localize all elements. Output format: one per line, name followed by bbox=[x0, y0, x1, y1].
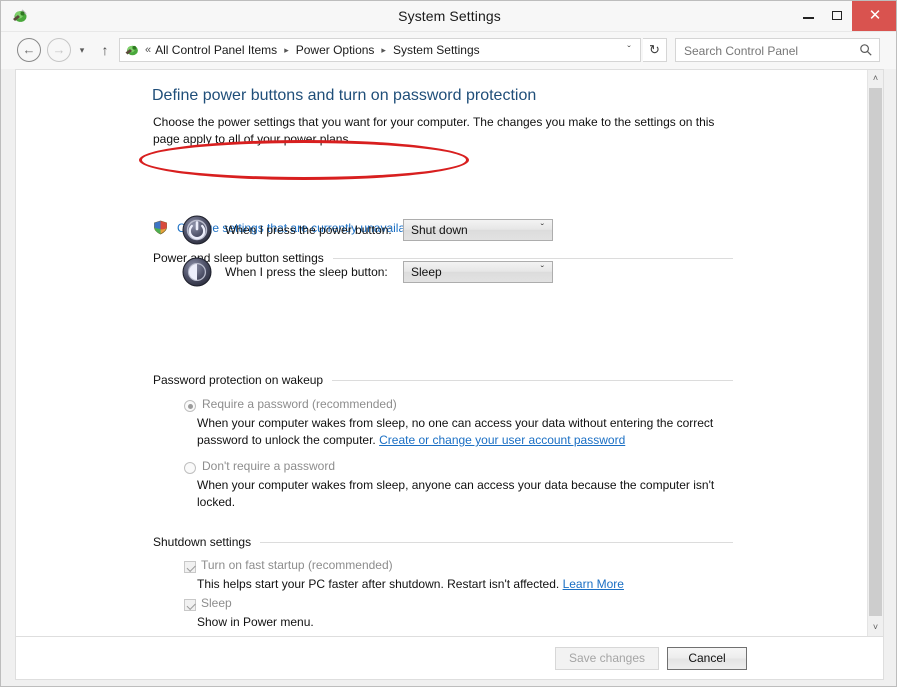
forward-button[interactable]: → bbox=[47, 38, 71, 62]
sleep-button-row: When I press the sleep button: Sleep ˇ bbox=[181, 256, 553, 288]
window-title: System Settings bbox=[398, 8, 501, 24]
chevron-down-icon: ˇ bbox=[540, 265, 544, 276]
address-bar[interactable]: « All Control Panel Items ▸ Power Option… bbox=[119, 38, 641, 62]
breadcrumb-separator-icon[interactable]: ▸ bbox=[381, 45, 386, 56]
vertical-scrollbar[interactable]: ˄ ˅ bbox=[867, 70, 883, 636]
back-button[interactable]: ← bbox=[17, 38, 41, 62]
sleep-button-label: When I press the sleep button: bbox=[225, 265, 388, 279]
sleep-button-icon bbox=[181, 256, 213, 288]
require-password-label: Require a password (recommended) bbox=[202, 397, 397, 411]
title-bar: System Settings ✕ bbox=[1, 1, 896, 32]
sleep-description: Show in Power menu. bbox=[197, 615, 314, 629]
shutdown-section-title: Shutdown settings bbox=[153, 535, 252, 549]
save-changes-button[interactable]: Save changes bbox=[555, 647, 659, 670]
scroll-up-icon[interactable]: ˄ bbox=[868, 70, 883, 87]
page-description: Choose the power settings that you want … bbox=[153, 115, 715, 146]
section-divider bbox=[332, 379, 733, 381]
power-button-icon bbox=[181, 214, 213, 246]
power-button-action-select[interactable]: Shut down ˇ bbox=[403, 219, 553, 241]
refresh-button[interactable]: ↻ bbox=[643, 38, 667, 62]
shutdown-section-header: Shutdown settings bbox=[153, 535, 733, 549]
fast-startup-description-text: This helps start your PC faster after sh… bbox=[197, 577, 563, 591]
search-box[interactable] bbox=[675, 38, 880, 62]
sleep-button-action-value: Sleep bbox=[411, 265, 442, 279]
search-input[interactable] bbox=[682, 41, 854, 61]
no-password-description: When your computer wakes from sleep, any… bbox=[197, 478, 715, 509]
radio-indicator bbox=[184, 400, 196, 412]
system-settings-window: System Settings ✕ ← → ▾ ↑ « All Control … bbox=[0, 0, 897, 687]
fast-startup-label: Turn on fast startup (recommended) bbox=[201, 558, 393, 572]
navigation-bar: ← → ▾ ↑ « All Control Panel Items ▸ Powe… bbox=[1, 32, 896, 69]
settings-content-panel: Define power buttons and turn on passwor… bbox=[15, 69, 884, 637]
radio-indicator bbox=[184, 462, 196, 474]
address-dropdown-icon[interactable]: ˇ bbox=[618, 45, 640, 56]
forward-arrow-icon: → bbox=[52, 42, 66, 57]
password-section-header: Password protection on wakeup bbox=[153, 373, 733, 387]
window-controls: ✕ bbox=[794, 1, 896, 31]
power-button-label: When I press the power button: bbox=[225, 223, 392, 237]
require-password-description: When your computer wakes from sleep, no … bbox=[197, 415, 717, 449]
maximize-button[interactable] bbox=[823, 1, 852, 31]
power-button-action-value: Shut down bbox=[411, 223, 468, 237]
scroll-down-icon[interactable]: ˅ bbox=[868, 619, 883, 636]
create-change-password-link[interactable]: Create or change your user account passw… bbox=[379, 433, 625, 447]
chevron-down-icon: ˇ bbox=[540, 223, 544, 234]
page-title: Define power buttons and turn on passwor… bbox=[152, 87, 537, 104]
scrollbar-thumb[interactable] bbox=[869, 88, 882, 616]
password-section-title: Password protection on wakeup bbox=[153, 373, 324, 387]
minimize-button[interactable] bbox=[794, 1, 823, 31]
breadcrumb-separator-icon[interactable]: ▸ bbox=[284, 45, 289, 56]
checkbox-indicator bbox=[184, 561, 196, 573]
sleep-button-action-select[interactable]: Sleep ˇ bbox=[403, 261, 553, 283]
search-icon[interactable] bbox=[859, 43, 873, 57]
back-arrow-icon: ← bbox=[22, 42, 36, 57]
breadcrumb-item-0[interactable]: All Control Panel Items bbox=[155, 43, 277, 57]
power-button-row: When I press the power button: Shut down… bbox=[181, 214, 553, 246]
settings-inner: Define power buttons and turn on passwor… bbox=[16, 70, 868, 636]
fast-startup-description: This helps start your PC faster after sh… bbox=[197, 577, 624, 591]
checkbox-indicator bbox=[184, 599, 196, 611]
section-divider bbox=[260, 541, 733, 543]
no-password-label: Don't require a password bbox=[202, 459, 336, 473]
close-button[interactable]: ✕ bbox=[852, 1, 896, 31]
address-control-panel-icon bbox=[124, 42, 140, 58]
recent-locations-icon[interactable]: ▾ bbox=[75, 45, 89, 55]
dialog-footer: Save changes Cancel bbox=[15, 637, 884, 680]
learn-more-link[interactable]: Learn More bbox=[563, 577, 624, 591]
up-one-level-icon[interactable]: ↑ bbox=[97, 42, 113, 58]
uac-shield-icon bbox=[153, 220, 168, 235]
cancel-button[interactable]: Cancel bbox=[667, 647, 747, 670]
address-root-chevron-icon[interactable]: « bbox=[145, 44, 151, 56]
breadcrumb-item-2[interactable]: System Settings bbox=[393, 43, 480, 57]
breadcrumb-item-1[interactable]: Power Options bbox=[296, 43, 375, 57]
sleep-label: Sleep bbox=[201, 596, 232, 610]
